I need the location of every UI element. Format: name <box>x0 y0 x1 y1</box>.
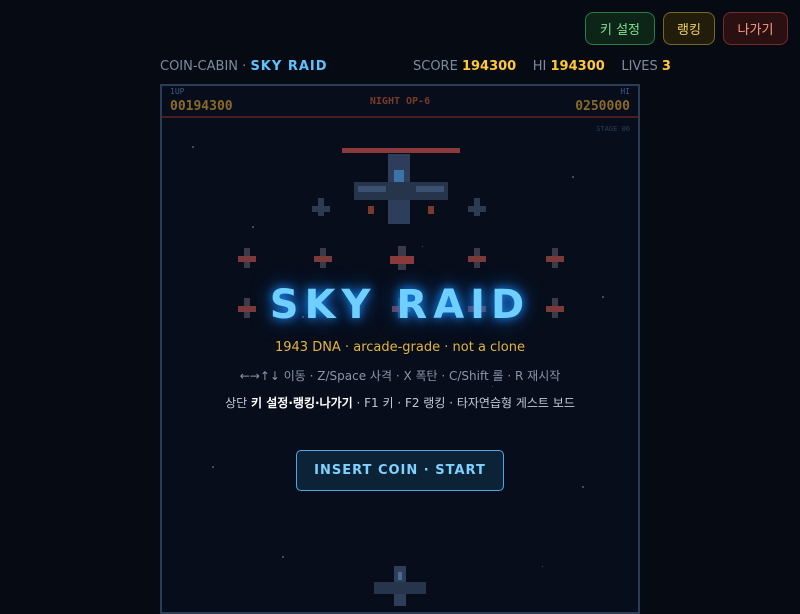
lives-value: 3 <box>661 59 671 74</box>
hud-divider <box>162 116 638 118</box>
enemy-row-1 <box>238 246 564 270</box>
game-title: SKY RAID <box>269 282 531 328</box>
player-plane <box>374 566 426 606</box>
hi-label: HI <box>532 59 547 74</box>
hi-value: 194300 <box>550 59 605 74</box>
boss-plane <box>354 154 448 224</box>
ranking-button[interactable]: 랭킹 <box>663 12 715 45</box>
hud-stats: SCORE 194300 HI 194300 LIVES 3 <box>413 59 671 74</box>
info-bold: 키 설정·랭킹·나가기 <box>251 396 353 410</box>
hud-title: COIN-CABIN · SKY RAID <box>160 59 328 74</box>
game-name: SKY RAID <box>250 59 328 74</box>
lives-label: LIVES <box>621 59 658 74</box>
stage-label: NIGHT OP-6 <box>369 96 431 107</box>
screen-hi-score: 0250000 <box>575 99 630 114</box>
controls-help: ←→↑↓ 이동 · Z/Space 사격 · X 폭탄 · C/Shift 롤 … <box>239 369 561 383</box>
screen-hi-label: HI <box>620 87 630 96</box>
info-prefix: 상단 <box>225 396 252 410</box>
exit-button[interactable]: 나가기 <box>723 12 788 45</box>
score-label: SCORE <box>413 59 458 74</box>
info-text: 상단 키 설정·랭킹·나가기 · F1 키 · F2 랭킹 · 타자연습형 게스… <box>220 394 580 413</box>
boss-health-bar <box>342 148 460 153</box>
info-suffix: · F1 키 · F2 랭킹 · 타자연습형 게스트 보드 <box>352 396 575 410</box>
cabin-label: COIN-CABIN <box>160 59 239 74</box>
tagline: 1943 DNA · arcade-grade · not a clone <box>274 340 525 355</box>
stage-sub-label: STAGE 06 <box>596 125 630 133</box>
p1-label: 1UP <box>170 87 185 96</box>
key-settings-button[interactable]: 키 설정 <box>585 12 655 45</box>
separator: · <box>242 59 247 74</box>
start-button[interactable]: INSERT COIN · START <box>296 450 504 491</box>
score-value: 194300 <box>461 59 517 74</box>
